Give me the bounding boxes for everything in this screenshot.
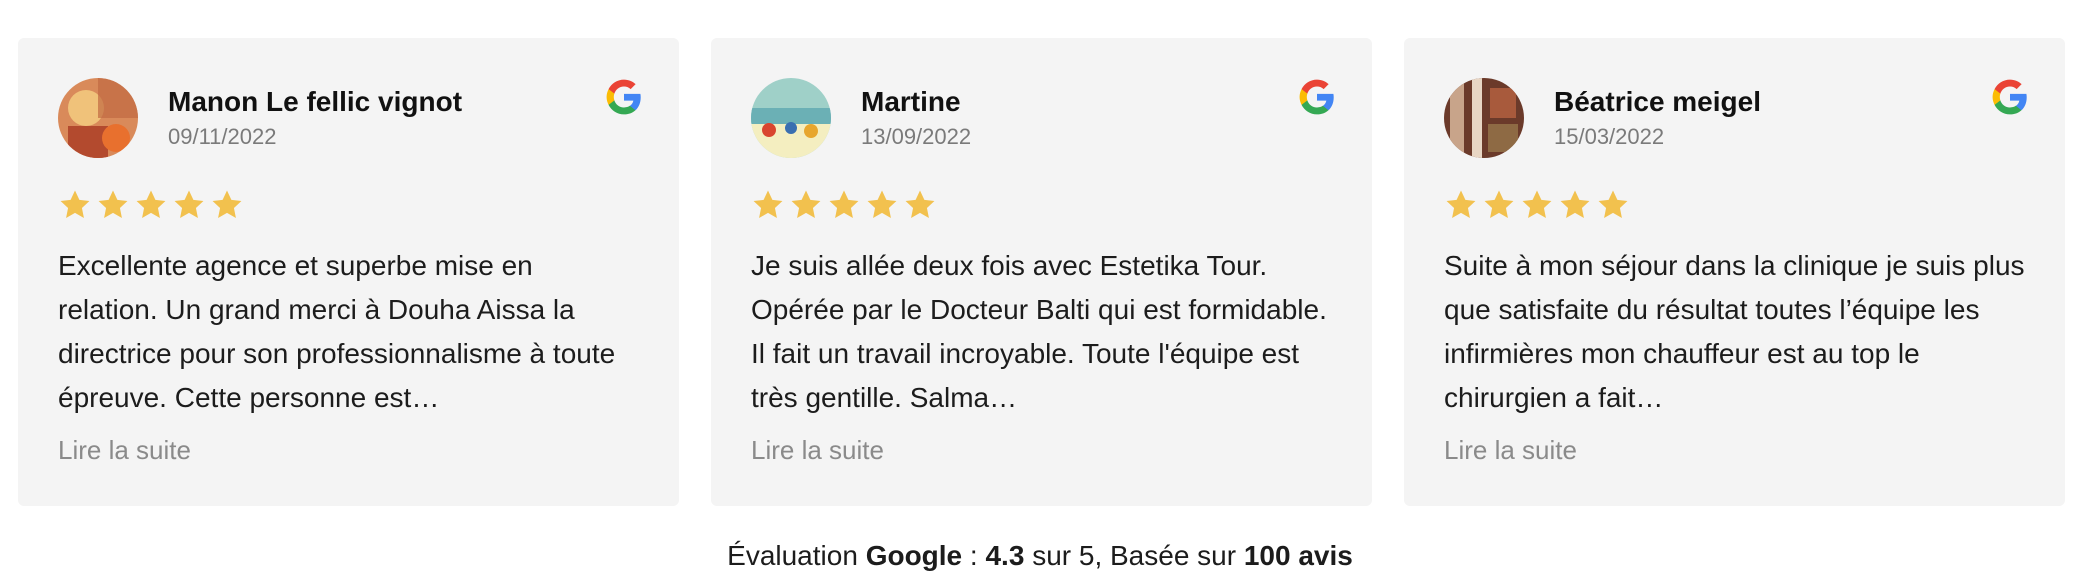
star-icon bbox=[98, 190, 128, 219]
star-icon bbox=[136, 190, 166, 219]
avatar[interactable] bbox=[1444, 78, 1524, 158]
review-card: Béatrice meigel 15/03/2022 Suite à mon s… bbox=[1404, 38, 2065, 506]
reviewer-info: Martine 13/09/2022 bbox=[861, 84, 971, 152]
summary-sep: : bbox=[962, 540, 986, 571]
star-rating bbox=[58, 188, 639, 224]
reviewer-name[interactable]: Béatrice meigel bbox=[1554, 84, 1761, 120]
star-icon bbox=[174, 190, 204, 219]
star-icon bbox=[829, 190, 859, 219]
read-more-link[interactable]: Lire la suite bbox=[58, 432, 639, 468]
star-icon bbox=[905, 190, 935, 219]
review-card: Martine 13/09/2022 Je suis allée deux fo… bbox=[711, 38, 1372, 506]
google-icon bbox=[1299, 79, 1334, 115]
summary-prefix: Évaluation bbox=[727, 540, 866, 571]
review-text: Je suis allée deux fois avec Estetika To… bbox=[751, 250, 1327, 413]
star-icon bbox=[867, 190, 897, 219]
summary-mid: sur 5, Basée sur bbox=[1024, 540, 1244, 571]
read-more-link[interactable]: Lire la suite bbox=[751, 432, 1332, 468]
google-icon bbox=[606, 79, 641, 115]
review-date: 09/11/2022 bbox=[168, 124, 277, 149]
summary-brand: Google bbox=[865, 540, 963, 571]
review-header: Martine 13/09/2022 bbox=[751, 78, 1332, 158]
review-text: Suite à mon séjour dans la clinique je s… bbox=[1444, 250, 2025, 413]
review-date: 15/03/2022 bbox=[1554, 124, 1665, 149]
summary-count: 100 avis bbox=[1243, 540, 1353, 571]
star-icon bbox=[791, 190, 821, 219]
reviewer-info: Béatrice meigel 15/03/2022 bbox=[1554, 84, 1761, 152]
star-rating bbox=[1444, 188, 2025, 224]
review-text: Excellente agence et superbe mise en rel… bbox=[58, 250, 616, 413]
reviews-carousel: Manon Le fellic vignot 09/11/2022 Excell… bbox=[18, 38, 2068, 506]
summary-score: 4.3 bbox=[985, 540, 1025, 571]
review-card: Manon Le fellic vignot 09/11/2022 Excell… bbox=[18, 38, 679, 506]
star-icon bbox=[212, 190, 242, 219]
avatar[interactable] bbox=[751, 78, 831, 158]
google-icon bbox=[1992, 79, 2027, 115]
star-icon bbox=[1446, 190, 1476, 219]
reviewer-name[interactable]: Manon Le fellic vignot bbox=[168, 84, 462, 120]
star-icon bbox=[1522, 190, 1552, 219]
review-date: 13/09/2022 bbox=[861, 124, 972, 149]
star-icon bbox=[1598, 190, 1628, 219]
reviewer-info: Manon Le fellic vignot 09/11/2022 bbox=[168, 84, 462, 152]
star-icon bbox=[60, 190, 90, 219]
rating-summary: Évaluation Google : 4.3 sur 5, Basée sur… bbox=[0, 536, 2080, 576]
review-header: Manon Le fellic vignot 09/11/2022 bbox=[58, 78, 639, 158]
star-icon bbox=[1484, 190, 1514, 219]
star-icon bbox=[753, 190, 783, 219]
star-rating bbox=[751, 188, 1332, 224]
review-header: Béatrice meigel 15/03/2022 bbox=[1444, 78, 2025, 158]
reviewer-name[interactable]: Martine bbox=[861, 84, 971, 120]
star-icon bbox=[1560, 190, 1590, 219]
avatar[interactable] bbox=[58, 78, 138, 158]
read-more-link[interactable]: Lire la suite bbox=[1444, 432, 2025, 468]
